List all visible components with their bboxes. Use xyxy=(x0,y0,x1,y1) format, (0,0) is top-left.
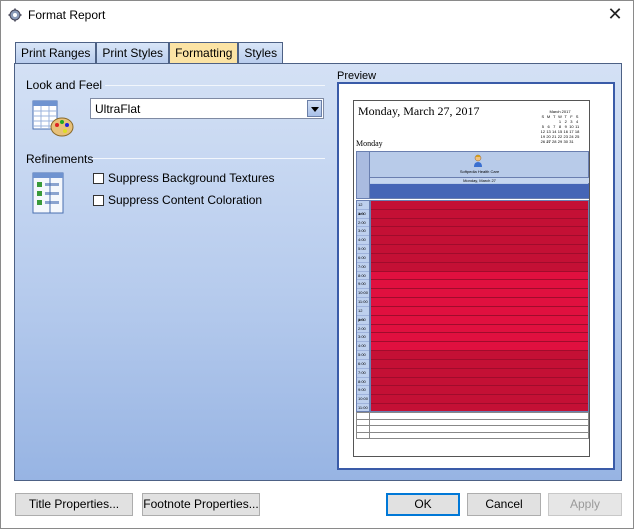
time-label: 8:00 xyxy=(357,378,369,387)
time-slot xyxy=(371,298,588,307)
time-slot xyxy=(371,333,588,343)
close-icon[interactable]: ✕ xyxy=(603,3,627,27)
person-icon xyxy=(474,154,482,167)
time-slot xyxy=(371,315,588,325)
time-label: 5:00 xyxy=(357,351,369,360)
footnote-properties-button[interactable]: Footnote Properties... xyxy=(142,493,260,516)
look-and-feel-heading: Look and Feel xyxy=(26,78,103,92)
time-slot xyxy=(371,227,588,237)
time-label: 3:00 xyxy=(357,333,369,343)
divider xyxy=(105,85,325,86)
checkbox-label: Suppress Background Textures xyxy=(108,171,275,185)
checklist-icon xyxy=(32,172,64,214)
time-slot xyxy=(371,236,588,246)
day-header: Monday, March 27 xyxy=(370,177,589,183)
divider xyxy=(92,158,325,159)
tab-print-ranges[interactable]: Print Ranges xyxy=(15,42,97,63)
footer-row xyxy=(357,426,588,433)
time-slot xyxy=(371,377,588,387)
time-slot xyxy=(371,280,588,290)
preview-page-title: Monday, March 27, 2017 xyxy=(358,104,480,118)
time-ruler: 12 am 1:00 2:00 3:00 4:00 5:00 6:00 7:00 8:00 9:0… xyxy=(356,200,370,413)
preview-day-label: Monday xyxy=(356,139,383,148)
time-slots xyxy=(370,200,589,412)
time-label: 3:00 xyxy=(357,227,369,237)
palette-table-icon xyxy=(32,100,74,137)
resource-name: Softpedia Health Care xyxy=(459,169,500,174)
tab-print-styles[interactable]: Print Styles xyxy=(96,42,170,63)
time-label: 1:00 xyxy=(357,210,369,219)
formatting-panel: Look and Feel UltraFlat Refinements Supp… xyxy=(14,63,622,481)
title-properties-button[interactable]: Title Properties... xyxy=(15,493,133,516)
look-and-feel-select[interactable]: UltraFlat xyxy=(90,98,324,119)
checkbox-label: Suppress Content Coloration xyxy=(108,193,263,207)
tab-formatting[interactable]: Formatting xyxy=(169,42,239,64)
mini-calendar-days: 1 2 3 4 5 6 7 8 9 10 11 12 13 14 15 16 17 18 19 20 21 22 23 24 2… xyxy=(540,119,580,144)
time-label: 10:00 xyxy=(357,289,369,299)
time-label: 8:00 xyxy=(357,272,369,281)
time-slot xyxy=(371,262,588,272)
time-label: 6:00 xyxy=(357,254,369,263)
time-slot xyxy=(371,395,588,405)
time-label: 10:00 xyxy=(357,395,369,405)
suppress-background-textures-checkbox[interactable]: Suppress Background Textures xyxy=(93,171,275,185)
suppress-content-coloration-checkbox[interactable]: Suppress Content Coloration xyxy=(93,193,262,207)
time-label: 2:00 xyxy=(357,325,369,334)
time-slot xyxy=(371,342,588,352)
time-slot xyxy=(371,368,588,378)
time-label: 9:00 xyxy=(357,386,369,396)
preview-footer-grid xyxy=(356,412,589,439)
mini-calendar-day[interactable] xyxy=(574,139,580,144)
checkbox-box[interactable] xyxy=(93,194,104,206)
ok-button[interactable]: OK xyxy=(386,493,460,516)
preview-heading: Preview xyxy=(337,70,377,82)
time-slot xyxy=(371,359,588,369)
time-slot xyxy=(371,386,588,396)
preview-frame: Monday, March 27, 2017 March 2017 SMTWTF… xyxy=(337,82,615,470)
time-label: 4:00 xyxy=(357,342,369,352)
time-label: 1:00 xyxy=(357,316,369,325)
refinements-heading: Refinements xyxy=(26,152,94,166)
time-label: 5:00 xyxy=(357,245,369,254)
time-slot xyxy=(371,324,588,334)
time-label: 11:00 xyxy=(357,298,369,307)
time-slot xyxy=(371,271,588,281)
time-label: 2:00 xyxy=(357,219,369,228)
preview-page: Monday, March 27, 2017 March 2017 SMTWTF… xyxy=(353,100,590,457)
time-slot xyxy=(371,253,588,263)
cancel-button[interactable]: Cancel xyxy=(467,493,541,516)
time-slot xyxy=(371,209,588,219)
time-slot xyxy=(371,404,588,411)
time-slot xyxy=(371,289,588,299)
time-label: 7:00 xyxy=(357,263,369,272)
time-slot xyxy=(371,245,588,254)
look-and-feel-value: UltraFlat xyxy=(95,102,141,116)
tab-strip: Print Ranges Print Styles Formatting Sty… xyxy=(15,42,284,64)
time-label: 4:00 xyxy=(357,236,369,246)
title-bar: Format Report ✕ xyxy=(1,1,633,31)
gear-icon xyxy=(8,8,22,22)
time-ruler-header xyxy=(357,152,370,198)
time-slot xyxy=(371,351,588,360)
checkbox-box[interactable] xyxy=(93,172,104,184)
time-label: 12 am xyxy=(357,201,369,216)
format-report-dialog: Format Report ✕ Print Ranges Print Style… xyxy=(0,0,634,529)
all-day-area xyxy=(370,184,589,198)
time-slot xyxy=(371,218,588,228)
window-title: Format Report xyxy=(28,8,106,22)
chevron-down-icon[interactable] xyxy=(307,100,322,117)
time-slot xyxy=(371,306,588,316)
time-label: 6:00 xyxy=(357,360,369,369)
time-label: 7:00 xyxy=(357,369,369,378)
mini-calendar: March 2017 SMTWTFS 1 2 3 4 5 6 7 8 9 10 11 12 13 14 15… xyxy=(540,109,580,144)
tab-styles[interactable]: Styles xyxy=(238,42,284,63)
time-slot xyxy=(371,201,588,210)
time-label: 12 pm xyxy=(357,307,369,322)
apply-button[interactable]: Apply xyxy=(548,493,622,516)
preview-schedule-header: Softpedia Health Care Monday, March 27 xyxy=(356,151,589,199)
time-label: 9:00 xyxy=(357,280,369,290)
